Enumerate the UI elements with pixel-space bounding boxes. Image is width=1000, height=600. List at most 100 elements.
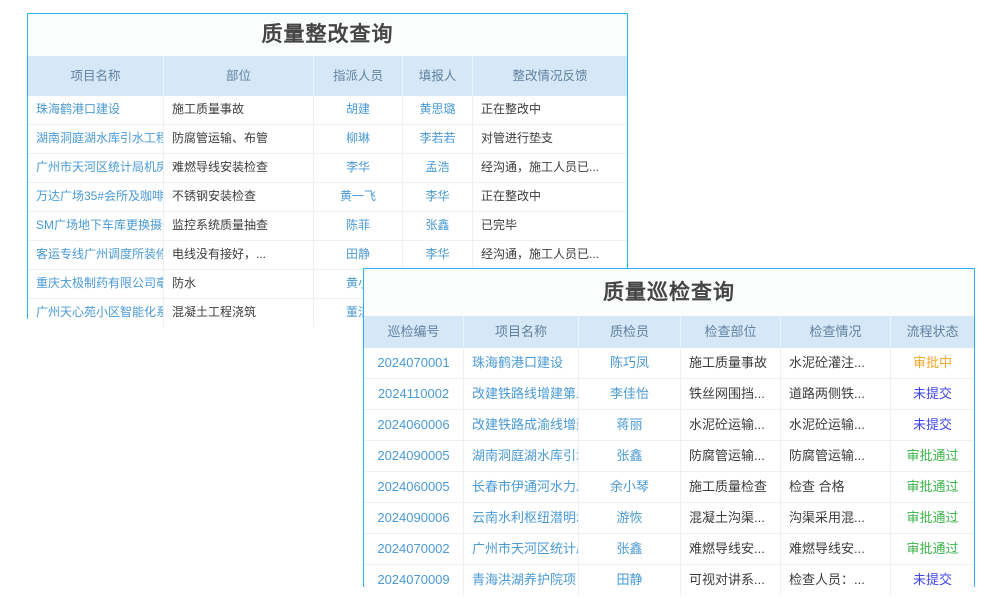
table-header-row: 巡检编号 项目名称 质检员 检查部位 检查情况 流程状态 [364, 316, 974, 348]
inspection-result-cell: 检查人员：... [781, 565, 891, 595]
part-cell: 混凝土工程浇筑 [164, 299, 314, 327]
part-cell: 施工质量事故 [164, 96, 314, 124]
project-name-cell[interactable]: SM广场地下车库更换摄像机 [28, 212, 164, 240]
table-row[interactable]: 客运专线广州调度所装修项目 电线没有接好，... 田静 李华 经沟通，施工人员已… [28, 241, 627, 270]
inspection-part-cell: 铁丝网围挡... [681, 379, 781, 409]
inspection-id-cell[interactable]: 2024060006 [364, 410, 464, 440]
part-cell: 电线没有接好，... [164, 241, 314, 269]
project-name-cell[interactable]: 广州天心苑小区智能化系统 [28, 299, 164, 327]
reporter-cell[interactable]: 黄思璐 [403, 96, 473, 124]
part-cell: 不锈钢安装检查 [164, 183, 314, 211]
table-row[interactable]: 珠海鹤港口建设 施工质量事故 胡建 黄思璐 正在整改中 [28, 96, 627, 125]
inspector-cell[interactable]: 张鑫 [579, 534, 681, 564]
column-header-project: 项目名称 [28, 56, 164, 96]
column-header-status: 流程状态 [891, 316, 974, 348]
project-name-cell[interactable]: 湖南洞庭湖水库引水工程施工 [28, 125, 164, 153]
table-row[interactable]: 万达广场35#会所及咖啡厅装 不锈钢安装检查 黄一飞 李华 正在整改中 [28, 183, 627, 212]
part-cell: 防腐管运输、布管 [164, 125, 314, 153]
column-header-feedback: 整改情况反馈 [473, 56, 627, 96]
column-header-project: 项目名称 [464, 316, 579, 348]
project-name-cell[interactable]: 云南水利枢纽潜明水 [464, 503, 579, 533]
table-row[interactable]: SM广场地下车库更换摄像机 监控系统质量抽查 陈菲 张鑫 已完毕 [28, 212, 627, 241]
table-row[interactable]: 2024110002 改建铁路线增建第二 李佳怡 铁丝网围挡... 道路两侧铁.… [364, 379, 974, 410]
window-title: 质量巡检查询 [364, 269, 974, 316]
inspection-result-cell: 防腐管运输... [781, 441, 891, 471]
reporter-cell[interactable]: 李华 [403, 241, 473, 269]
table-header-row: 项目名称 部位 指派人员 填报人 整改情况反馈 [28, 56, 627, 96]
assignee-cell[interactable]: 陈菲 [314, 212, 403, 240]
table-row[interactable]: 2024060005 长春市伊通河水力发 余小琴 施工质量检查 检查 合格 审批… [364, 472, 974, 503]
project-name-cell[interactable]: 湖南洞庭湖水库引水 [464, 441, 579, 471]
assignee-cell[interactable]: 胡建 [314, 96, 403, 124]
table-row[interactable]: 2024070009 青海洪湖养护院项目 田静 可视对讲系... 检查人员：..… [364, 565, 974, 595]
inspection-part-cell: 混凝土沟渠... [681, 503, 781, 533]
table-row[interactable]: 2024070002 广州市天河区统计局 张鑫 难燃导线安... 难燃导线安..… [364, 534, 974, 565]
inspection-part-cell: 施工质量事故 [681, 348, 781, 378]
inspection-result-cell: 水泥砼灌注... [781, 348, 891, 378]
inspection-id-cell[interactable]: 2024090005 [364, 441, 464, 471]
column-header-inspection-result: 检查情况 [781, 316, 891, 348]
inspector-cell[interactable]: 张鑫 [579, 441, 681, 471]
table-row[interactable]: 2024090006 云南水利枢纽潜明水 游恢 混凝土沟渠... 沟渠采用混..… [364, 503, 974, 534]
part-cell: 难燃导线安装检查 [164, 154, 314, 182]
status-cell: 审批通过 [891, 472, 974, 502]
assignee-cell[interactable]: 黄一飞 [314, 183, 403, 211]
column-header-assignee: 指派人员 [314, 56, 403, 96]
inspection-id-cell[interactable]: 2024070001 [364, 348, 464, 378]
project-name-cell[interactable]: 珠海鹤港口建设 [28, 96, 164, 124]
inspection-id-cell[interactable]: 2024110002 [364, 379, 464, 409]
column-header-inspection-part: 检查部位 [681, 316, 781, 348]
assignee-cell[interactable]: 柳琳 [314, 125, 403, 153]
inspection-id-cell[interactable]: 2024090006 [364, 503, 464, 533]
project-name-cell[interactable]: 广州市天河区统计局 [464, 534, 579, 564]
reporter-cell[interactable]: 张鑫 [403, 212, 473, 240]
status-cell: 审批通过 [891, 441, 974, 471]
table-row[interactable]: 2024090005 湖南洞庭湖水库引水 张鑫 防腐管运输... 防腐管运输..… [364, 441, 974, 472]
feedback-cell: 正在整改中 [473, 96, 627, 124]
project-name-cell[interactable]: 广州市天河区统计局机房改造 [28, 154, 164, 182]
inspection-result-cell: 沟渠采用混... [781, 503, 891, 533]
feedback-cell: 正在整改中 [473, 183, 627, 211]
reporter-cell[interactable]: 李若若 [403, 125, 473, 153]
part-cell: 防水 [164, 270, 314, 298]
project-name-cell[interactable]: 客运专线广州调度所装修项目 [28, 241, 164, 269]
inspection-result-cell: 道路两侧铁... [781, 379, 891, 409]
column-header-inspection-id: 巡检编号 [364, 316, 464, 348]
status-cell: 未提交 [891, 379, 974, 409]
table-row[interactable]: 2024070001 珠海鹤港口建设 陈巧凤 施工质量事故 水泥砼灌注... 审… [364, 348, 974, 379]
status-cell: 未提交 [891, 410, 974, 440]
inspection-id-cell[interactable]: 2024070009 [364, 565, 464, 595]
reporter-cell[interactable]: 孟浩 [403, 154, 473, 182]
project-name-cell[interactable]: 改建铁路线增建第二 [464, 379, 579, 409]
table-row[interactable]: 广州市天河区统计局机房改造 难燃导线安装检查 李华 孟浩 经沟通，施工人员已..… [28, 154, 627, 183]
inspector-cell[interactable]: 田静 [579, 565, 681, 595]
feedback-cell: 对管进行垫支 [473, 125, 627, 153]
inspection-part-cell: 施工质量检查 [681, 472, 781, 502]
inspection-part-cell: 可视对讲系... [681, 565, 781, 595]
table-row[interactable]: 湖南洞庭湖水库引水工程施工 防腐管运输、布管 柳琳 李若若 对管进行垫支 [28, 125, 627, 154]
table-row[interactable]: 2024060006 改建铁路成渝线增建 蒋丽 水泥砼运输... 水泥砼运输..… [364, 410, 974, 441]
status-cell: 审批中 [891, 348, 974, 378]
project-name-cell[interactable]: 珠海鹤港口建设 [464, 348, 579, 378]
inspector-cell[interactable]: 陈巧凤 [579, 348, 681, 378]
project-name-cell[interactable]: 重庆太极制药有限公司亳州 [28, 270, 164, 298]
project-name-cell[interactable]: 青海洪湖养护院项目 [464, 565, 579, 595]
window-title: 质量整改查询 [28, 14, 627, 56]
assignee-cell[interactable]: 田静 [314, 241, 403, 269]
inspector-cell[interactable]: 余小琴 [579, 472, 681, 502]
reporter-cell[interactable]: 李华 [403, 183, 473, 211]
project-name-cell[interactable]: 改建铁路成渝线增建 [464, 410, 579, 440]
assignee-cell[interactable]: 李华 [314, 154, 403, 182]
inspector-cell[interactable]: 李佳怡 [579, 379, 681, 409]
inspection-id-cell[interactable]: 2024070002 [364, 534, 464, 564]
project-name-cell[interactable]: 长春市伊通河水力发 [464, 472, 579, 502]
inspector-cell[interactable]: 游恢 [579, 503, 681, 533]
column-header-part: 部位 [164, 56, 314, 96]
inspection-part-cell: 水泥砼运输... [681, 410, 781, 440]
feedback-cell: 经沟通，施工人员已... [473, 241, 627, 269]
inspector-cell[interactable]: 蒋丽 [579, 410, 681, 440]
part-cell: 监控系统质量抽查 [164, 212, 314, 240]
inspection-query-window: 质量巡检查询 巡检编号 项目名称 质检员 检查部位 检查情况 流程状态 2024… [363, 268, 975, 587]
project-name-cell[interactable]: 万达广场35#会所及咖啡厅装 [28, 183, 164, 211]
inspection-id-cell[interactable]: 2024060005 [364, 472, 464, 502]
